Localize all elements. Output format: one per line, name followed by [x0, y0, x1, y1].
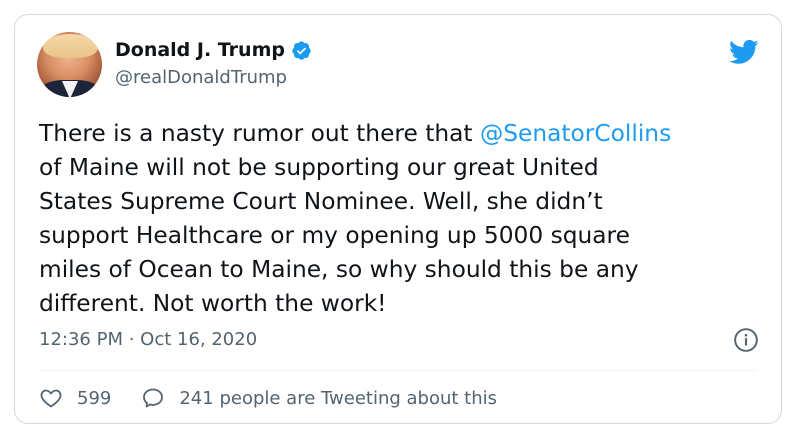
- like-button[interactable]: 599: [39, 386, 111, 410]
- verified-badge-icon: [292, 40, 311, 60]
- conversation-label: 241 people are Tweeting about this: [179, 387, 498, 409]
- author-name-row: Donald J. Trump: [115, 39, 312, 61]
- tweet-timestamp[interactable]: 12:36 PM · Oct 16, 2020: [39, 329, 257, 350]
- info-icon[interactable]: [733, 327, 759, 353]
- author-name[interactable]: Donald J. Trump: [115, 39, 285, 61]
- like-count: 599: [77, 387, 112, 409]
- tweet-text-start: There is a nasty rumor out there that: [39, 120, 480, 147]
- mention-link[interactable]: @SenatorCollins: [480, 120, 671, 147]
- tweet-text: There is a nasty rumor out there that @S…: [39, 117, 769, 321]
- tweet-actions: 599 241 people are Tweeting about this: [39, 386, 497, 410]
- avatar[interactable]: [37, 32, 102, 97]
- avatar-hair: [43, 34, 98, 58]
- speech-bubble-icon: [143, 388, 164, 408]
- tweet-text-rest: of Maine will not be supporting our grea…: [39, 154, 639, 317]
- conversation-link[interactable]: 241 people are Tweeting about this: [141, 386, 497, 410]
- divider: [39, 370, 757, 371]
- tweet-card[interactable]: Donald J. Trump @realDonaldTrump There i…: [14, 14, 782, 424]
- heart-icon: [40, 389, 62, 408]
- author-handle[interactable]: @realDonaldTrump: [115, 67, 287, 88]
- twitter-bird-icon[interactable]: [727, 37, 761, 67]
